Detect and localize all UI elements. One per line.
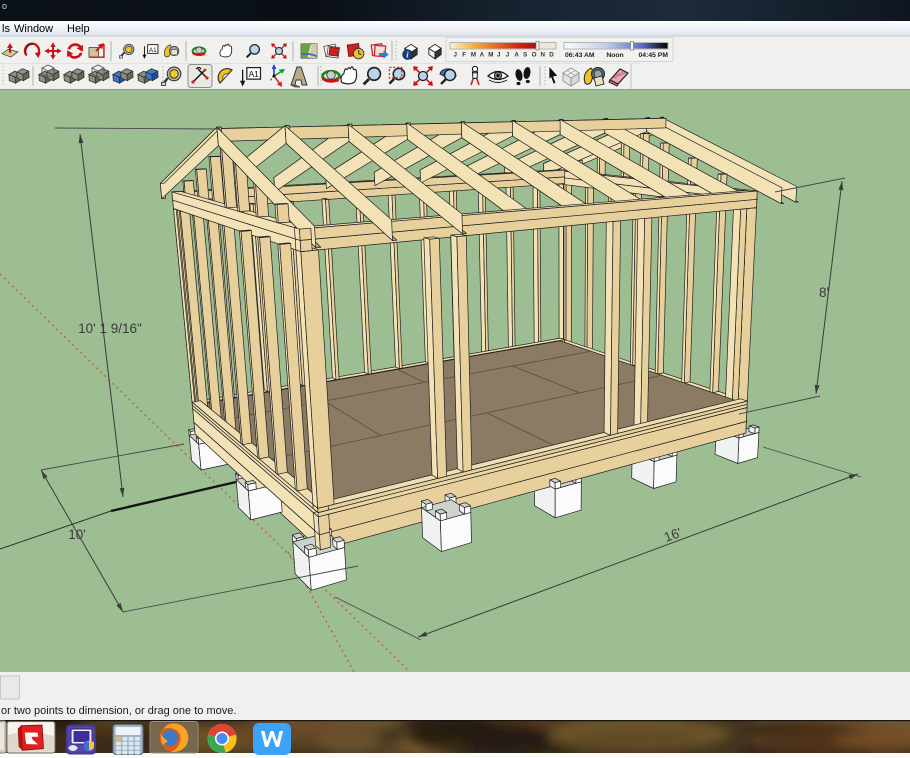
svg-text:A: A: [480, 52, 485, 59]
svg-text:M: M: [488, 52, 493, 59]
svg-text:D: D: [549, 52, 554, 59]
svg-text:O: O: [532, 52, 537, 59]
svg-text:A: A: [514, 52, 519, 59]
svg-text:Window: Window: [14, 23, 53, 35]
svg-text:or two points to dimension, or: or two points to dimension, or drag one …: [1, 705, 236, 717]
svg-text:10': 10': [68, 527, 86, 542]
svg-text:J: J: [497, 52, 501, 59]
svg-text:S: S: [523, 52, 527, 59]
svg-text:10' 1 9/16": 10' 1 9/16": [78, 321, 142, 336]
svg-text:Noon: Noon: [606, 52, 623, 59]
svg-text:ls: ls: [2, 23, 10, 35]
svg-text:04:45 PM: 04:45 PM: [639, 52, 669, 59]
svg-text:A1: A1: [149, 47, 157, 54]
svg-text:8': 8': [819, 285, 829, 300]
svg-text:M: M: [471, 52, 476, 59]
svg-text:N: N: [541, 52, 546, 59]
svg-text:J: J: [506, 52, 510, 59]
svg-text:J: J: [454, 52, 458, 59]
svg-text:06:43 AM: 06:43 AM: [565, 52, 595, 59]
svg-text:F: F: [462, 52, 466, 59]
svg-text:o: o: [2, 1, 7, 11]
svg-text:A1: A1: [249, 69, 260, 79]
svg-text:Help: Help: [67, 23, 90, 35]
